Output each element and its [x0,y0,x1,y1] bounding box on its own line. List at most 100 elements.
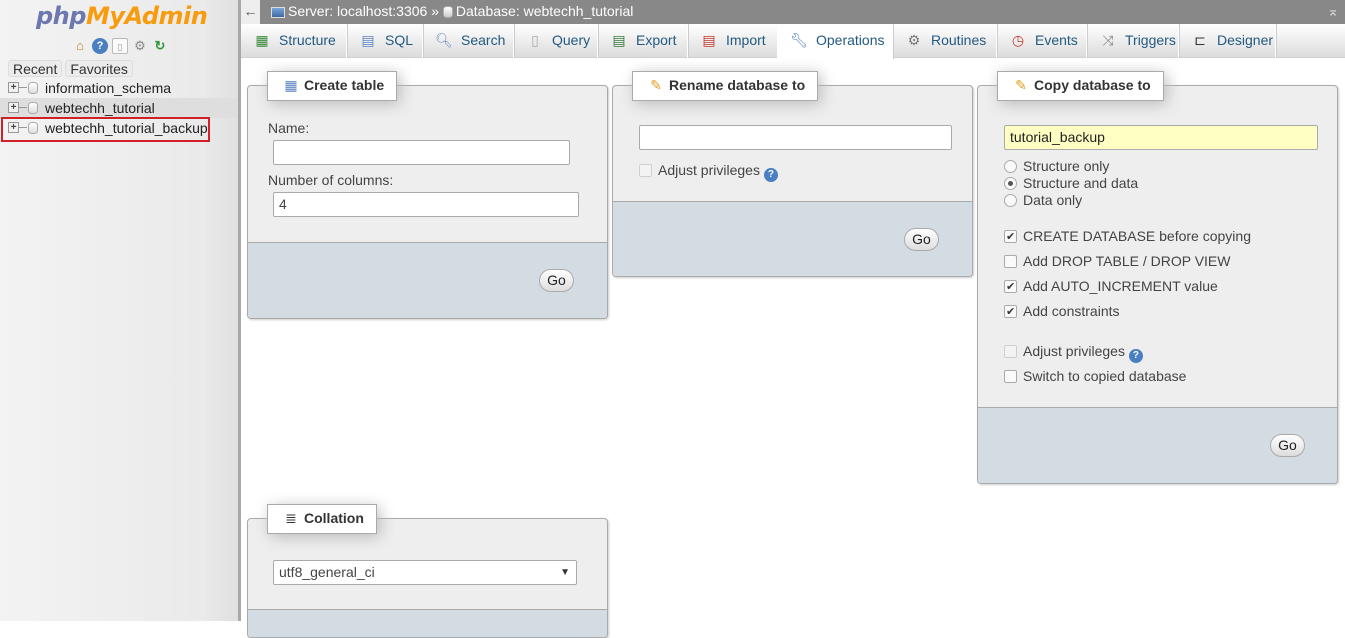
tab-triggers[interactable]: ⤨ Triggers [1087,24,1179,58]
tab-import[interactable]: ▤ Import [688,24,778,58]
copy-adjust-privileges-checkbox[interactable] [1004,345,1017,358]
database-item-webtechh-tutorial[interactable]: + webtechh_tutorial [0,98,238,118]
phpmyadmin-logo[interactable]: phpMyAdmin [36,2,208,34]
add-constraints-checkbox[interactable] [1004,304,1017,321]
collation-panel: ≣ Collation utf8_general_ci ▼ [247,504,608,638]
database-name[interactable]: webtechh_tutorial [45,100,155,116]
copy-adjust-privileges-option[interactable]: Adjust privileges? [1004,343,1143,363]
number-of-columns-input[interactable]: 4 [273,192,579,217]
rename-database-panel: ✎ Rename database to Adjust privileges? G… [612,71,973,277]
create-table-footer: Go [248,242,607,318]
collation-selected-value: utf8_general_ci [279,564,375,580]
number-of-columns-label: Number of columns: [268,172,394,188]
wrench-icon: 🔧︎ [790,32,808,48]
export-icon: ▤ [612,32,626,48]
sidebar-icon-bar: ⌂ ? ▯ ⚙ ↻ [72,38,168,54]
tab-sql[interactable]: ▤ SQL [347,24,423,58]
rename-adjust-privileges-checkbox[interactable] [639,164,652,177]
database-item-information-schema[interactable]: + information_schema [0,78,238,98]
structure-only-option[interactable]: Structure only [1004,158,1109,175]
collation-footer [248,609,607,637]
tab-query[interactable]: ▯ Query [514,24,598,58]
rename-database-go-button[interactable]: Go [904,228,939,251]
collapse-sidebar-arrow-icon[interactable]: ← [241,0,260,24]
highlight-annotation-box [1,117,210,142]
pencil-icon: ✎ [1015,77,1027,93]
create-database-option[interactable]: CREATE DATABASE before copying [1004,228,1251,246]
search-icon: 🔍︎ [435,32,453,48]
switch-to-copied-checkbox[interactable] [1004,370,1017,383]
create-table-panel: ▦ Create table Name: Number of columns: 4… [247,71,608,319]
expand-icon[interactable]: + [8,82,19,93]
create-table-go-button[interactable]: Go [539,269,574,292]
navigation-sidebar: phpMyAdmin ⌂ ? ▯ ⚙ ↻ Recent Favorites + … [0,0,238,621]
database-icon [28,82,38,94]
copy-database-footer: Go [978,407,1337,483]
collation-select[interactable]: utf8_general_ci ▼ [273,560,577,585]
rename-database-footer: Go [613,201,972,276]
favorites-tab[interactable]: Favorites [65,60,133,77]
table-name-input[interactable] [273,140,570,165]
add-auto-increment-checkbox[interactable] [1004,279,1017,296]
tree-line [19,107,27,108]
breadcrumb-separator: » [431,3,439,19]
tab-operations[interactable]: 🔧︎ Operations [778,24,893,59]
recent-tab[interactable]: Recent [8,60,63,77]
add-constraints-option[interactable]: Add constraints [1004,303,1120,321]
breadcrumb: Server: localhost:3306 » Database: webte… [271,0,633,22]
triggers-icon: ⤨ [1102,32,1114,48]
designer-icon: ⊏ [1194,32,1206,48]
reload-icon[interactable]: ↻ [152,38,168,54]
structure-and-data-option[interactable]: Structure and data [1004,175,1138,192]
top-breadcrumb-bar: ← Server: localhost:3306 » Database: web… [241,0,1345,24]
routines-icon: ⚙ [907,32,921,48]
expand-icon[interactable]: + [8,102,19,113]
database-icon [28,102,38,114]
rename-database-input[interactable] [639,125,952,150]
add-auto-increment-option[interactable]: Add AUTO_INCREMENT value [1004,278,1218,296]
switch-to-copied-option[interactable]: Switch to copied database [1004,368,1186,385]
tab-designer[interactable]: ⊏ Designer [1179,24,1276,58]
breadcrumb-database[interactable]: Database: webtechh_tutorial [456,3,633,19]
tab-export[interactable]: ▤ Export [598,24,688,58]
collapse-top-icon[interactable]: ⌅ [1327,0,1339,22]
pencil-icon: ✎ [650,77,662,93]
structure-only-radio[interactable] [1004,160,1017,173]
tab-structure[interactable]: ▦ Structure [241,24,347,58]
data-only-option[interactable]: Data only [1004,192,1082,209]
tab-search[interactable]: 🔍︎ Search [423,24,514,58]
data-only-radio[interactable] [1004,194,1017,207]
dropdown-arrow-icon: ▼ [560,567,570,578]
settings-icon[interactable]: ⚙ [132,38,148,54]
breadcrumb-server[interactable]: Server: localhost:3306 [288,3,427,19]
database-name[interactable]: information_schema [45,80,171,96]
rename-database-legend: ✎ Rename database to [632,71,819,101]
table-name-label: Name: [268,120,310,136]
copy-database-go-button[interactable]: Go [1270,434,1305,457]
clock-icon: ◷ [1011,32,1025,48]
structure-icon: ▦ [255,32,269,48]
rename-adjust-privileges-option[interactable]: Adjust privileges? [639,162,778,182]
docs-icon[interactable]: ▯ [112,38,128,54]
create-database-checkbox[interactable] [1004,229,1017,246]
tab-routines[interactable]: ⚙ Routines [893,24,997,58]
help-icon[interactable]: ? [1128,349,1143,363]
create-table-legend: ▦ Create table [267,71,398,101]
copy-database-name-input[interactable]: tutorial_backup [1004,125,1318,150]
create-table-icon: ▦ [284,77,298,93]
sidebar-resize-handle[interactable] [238,0,241,621]
add-drop-table-checkbox[interactable] [1004,255,1017,268]
tab-events[interactable]: ◷ Events [997,24,1087,58]
structure-and-data-radio[interactable] [1004,177,1017,190]
help-icon[interactable]: ? [92,38,108,54]
help-icon[interactable]: ? [763,168,778,182]
home-icon[interactable]: ⌂ [72,38,88,54]
copy-database-panel: ✎ Copy database to tutorial_backup Struct… [977,71,1338,484]
collation-legend: ≣ Collation [267,504,377,534]
sql-icon: ▤ [361,32,375,48]
server-icon [271,6,285,18]
add-drop-table-option[interactable]: Add DROP TABLE / DROP VIEW [1004,253,1230,270]
copy-database-legend: ✎ Copy database to [997,71,1164,101]
main-menu-tabs: ▦ Structure ▤ SQL 🔍︎ Search ▯ Query ▤ Export … [241,24,1345,59]
query-icon: ▯ [531,32,539,48]
